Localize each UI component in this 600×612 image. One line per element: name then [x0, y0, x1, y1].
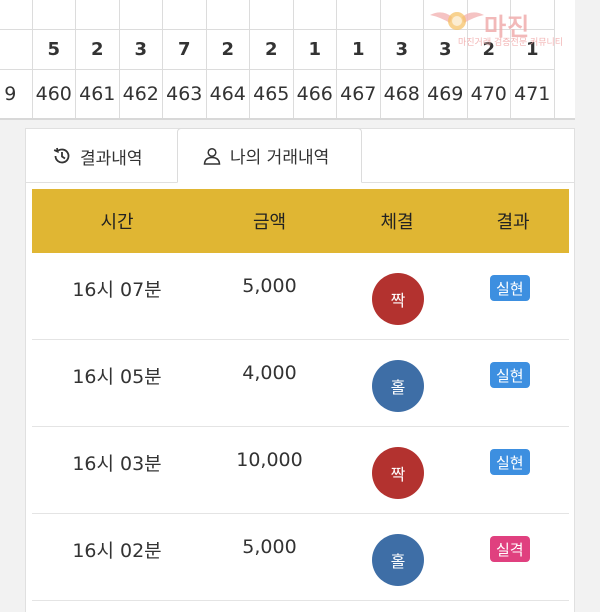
- fill-odd-badge: 홀: [372, 360, 424, 412]
- tab-my-trades-label: 나의 거래내역: [230, 148, 330, 168]
- history-round: 464: [209, 83, 246, 105]
- tab-results[interactable]: 결과내역: [52, 129, 143, 183]
- tab-results-label: 결과내역: [80, 148, 143, 169]
- watermark-subtitle: 마진거래 검증전문 커뮤니티: [458, 38, 564, 48]
- trade-panel: 결과내역 나의 거래내역 시간 금액 체결 결과 16시 07분 5,000 짝…: [25, 128, 575, 612]
- history-round: 461: [79, 83, 116, 105]
- result-badge: 실현: [490, 362, 530, 388]
- table-row: 16시 05분 4,000 홀 실현: [32, 340, 569, 427]
- tab-bar: 결과내역 나의 거래내역: [26, 128, 574, 183]
- history-round: 465: [253, 83, 290, 105]
- row-amount: 5,000: [242, 275, 297, 297]
- user-icon: [203, 147, 221, 165]
- history-round: 460: [35, 83, 72, 105]
- history-grid: 9 5 460 2 461 3 462 7 463 2 464 2 465 1 466 1 46…: [0, 0, 575, 120]
- history-column: 1 467: [337, 0, 381, 118]
- fill-even-badge: 짝: [372, 447, 424, 499]
- history-round: 463: [166, 83, 203, 105]
- history-count: 2: [206, 30, 249, 70]
- history-column: 9: [0, 0, 33, 118]
- history-round: 469: [427, 83, 464, 105]
- tab-my-trades[interactable]: 나의 거래내역: [177, 128, 362, 183]
- history-count: 1: [293, 30, 336, 70]
- history-column: 5 460: [32, 0, 76, 118]
- row-amount: 10,000: [236, 449, 303, 471]
- history-round: 467: [340, 83, 377, 105]
- history-count: 1: [337, 30, 380, 70]
- history-column: 2 465: [250, 0, 294, 118]
- history-count: 5: [32, 30, 75, 70]
- fill-odd-badge: 홀: [372, 534, 424, 586]
- header-amount: 금액: [252, 212, 287, 233]
- history-count: 7: [163, 30, 206, 70]
- watermark: 마진 마진거래 검증전문 커뮤니티: [428, 5, 575, 48]
- history-round: 466: [296, 83, 333, 105]
- row-time: 16시 07분: [72, 279, 162, 301]
- history-count: 2: [76, 30, 119, 70]
- history-round: 470: [470, 83, 507, 105]
- history-count: 3: [380, 30, 423, 70]
- result-badge: 실현: [490, 275, 530, 301]
- history-column: 1 466: [293, 0, 337, 118]
- history-count: [0, 30, 32, 70]
- history-clock-icon: [53, 147, 70, 164]
- row-time: 16시 02분: [72, 540, 162, 562]
- row-time: 16시 03분: [72, 453, 162, 475]
- history-column: 3 462: [119, 0, 163, 118]
- history-column: 2 464: [206, 0, 250, 118]
- history-round: 462: [122, 83, 159, 105]
- history-column: 3 468: [380, 0, 424, 118]
- header-result: 결과: [496, 212, 530, 233]
- fill-even-badge: 짝: [372, 273, 424, 325]
- history-count: 3: [119, 30, 162, 70]
- row-time: 16시 05분: [72, 366, 162, 388]
- header-time: 시간: [100, 212, 134, 233]
- table-row: 16시 02분 5,000 홀 실격: [32, 514, 569, 601]
- row-amount: 5,000: [242, 536, 297, 558]
- history-count: 2: [250, 30, 293, 70]
- history-round: 9: [4, 83, 17, 105]
- header-fill: 체결: [380, 212, 414, 233]
- history-column: 2 461: [76, 0, 120, 118]
- table-row: 16시 07분 5,000 짝 실현: [32, 253, 569, 340]
- table-row: 16시 03분 10,000 짝 실현: [32, 427, 569, 514]
- table-header: 시간 금액 체결 결과: [32, 189, 569, 253]
- result-badge: 실현: [490, 449, 530, 475]
- wings-logo-icon: [430, 12, 484, 30]
- trade-table: 시간 금액 체결 결과 16시 07분 5,000 짝 실현 16시 05분 4…: [32, 189, 569, 601]
- result-badge: 실격: [490, 536, 530, 562]
- row-amount: 4,000: [242, 362, 297, 384]
- history-round: 468: [383, 83, 420, 105]
- history-round: 471: [514, 83, 551, 105]
- history-column: 7 463: [163, 0, 207, 118]
